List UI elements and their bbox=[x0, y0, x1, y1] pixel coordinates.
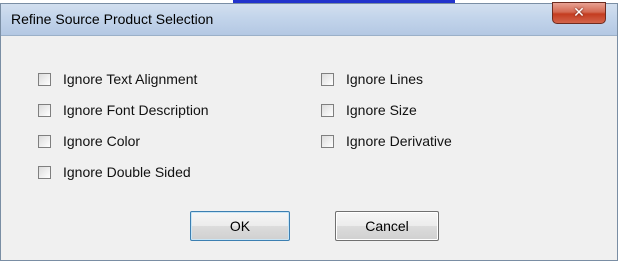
option-label: Ignore Derivative bbox=[346, 133, 452, 149]
option-label: Ignore Text Alignment bbox=[63, 71, 198, 87]
checkbox[interactable] bbox=[38, 165, 51, 179]
checkbox[interactable] bbox=[38, 134, 51, 148]
refine-selection-dialog: Refine Source Product Selection ✕ Ignore… bbox=[0, 2, 618, 261]
option-label: Ignore Double Sided bbox=[63, 164, 191, 180]
option-label: Ignore Color bbox=[63, 133, 141, 149]
option-ignore-size[interactable]: Ignore Size bbox=[321, 101, 417, 119]
option-label: Ignore Lines bbox=[346, 71, 424, 87]
checkbox[interactable] bbox=[321, 103, 334, 117]
checkbox[interactable] bbox=[38, 103, 51, 117]
option-ignore-lines[interactable]: Ignore Lines bbox=[321, 70, 423, 88]
close-button[interactable]: ✕ bbox=[552, 2, 606, 24]
option-ignore-derivative[interactable]: Ignore Derivative bbox=[321, 132, 452, 150]
cancel-button[interactable]: Cancel bbox=[335, 211, 439, 241]
checkbox[interactable] bbox=[321, 134, 334, 148]
dialog-body: Ignore Text Alignment Ignore Font Descri… bbox=[8, 36, 610, 254]
checkbox[interactable] bbox=[321, 72, 334, 86]
option-ignore-color[interactable]: Ignore Color bbox=[38, 132, 140, 150]
checkbox[interactable] bbox=[38, 72, 51, 86]
option-ignore-font-description[interactable]: Ignore Font Description bbox=[38, 101, 209, 119]
window-title: Refine Source Product Selection bbox=[11, 11, 214, 27]
option-label: Ignore Font Description bbox=[63, 102, 209, 118]
option-label: Ignore Size bbox=[346, 102, 417, 118]
option-ignore-text-alignment[interactable]: Ignore Text Alignment bbox=[38, 70, 197, 88]
option-ignore-double-sided[interactable]: Ignore Double Sided bbox=[38, 163, 191, 181]
close-icon: ✕ bbox=[573, 5, 585, 21]
ok-button[interactable]: OK bbox=[190, 211, 290, 241]
title-bar[interactable]: Refine Source Product Selection ✕ bbox=[1, 2, 617, 36]
